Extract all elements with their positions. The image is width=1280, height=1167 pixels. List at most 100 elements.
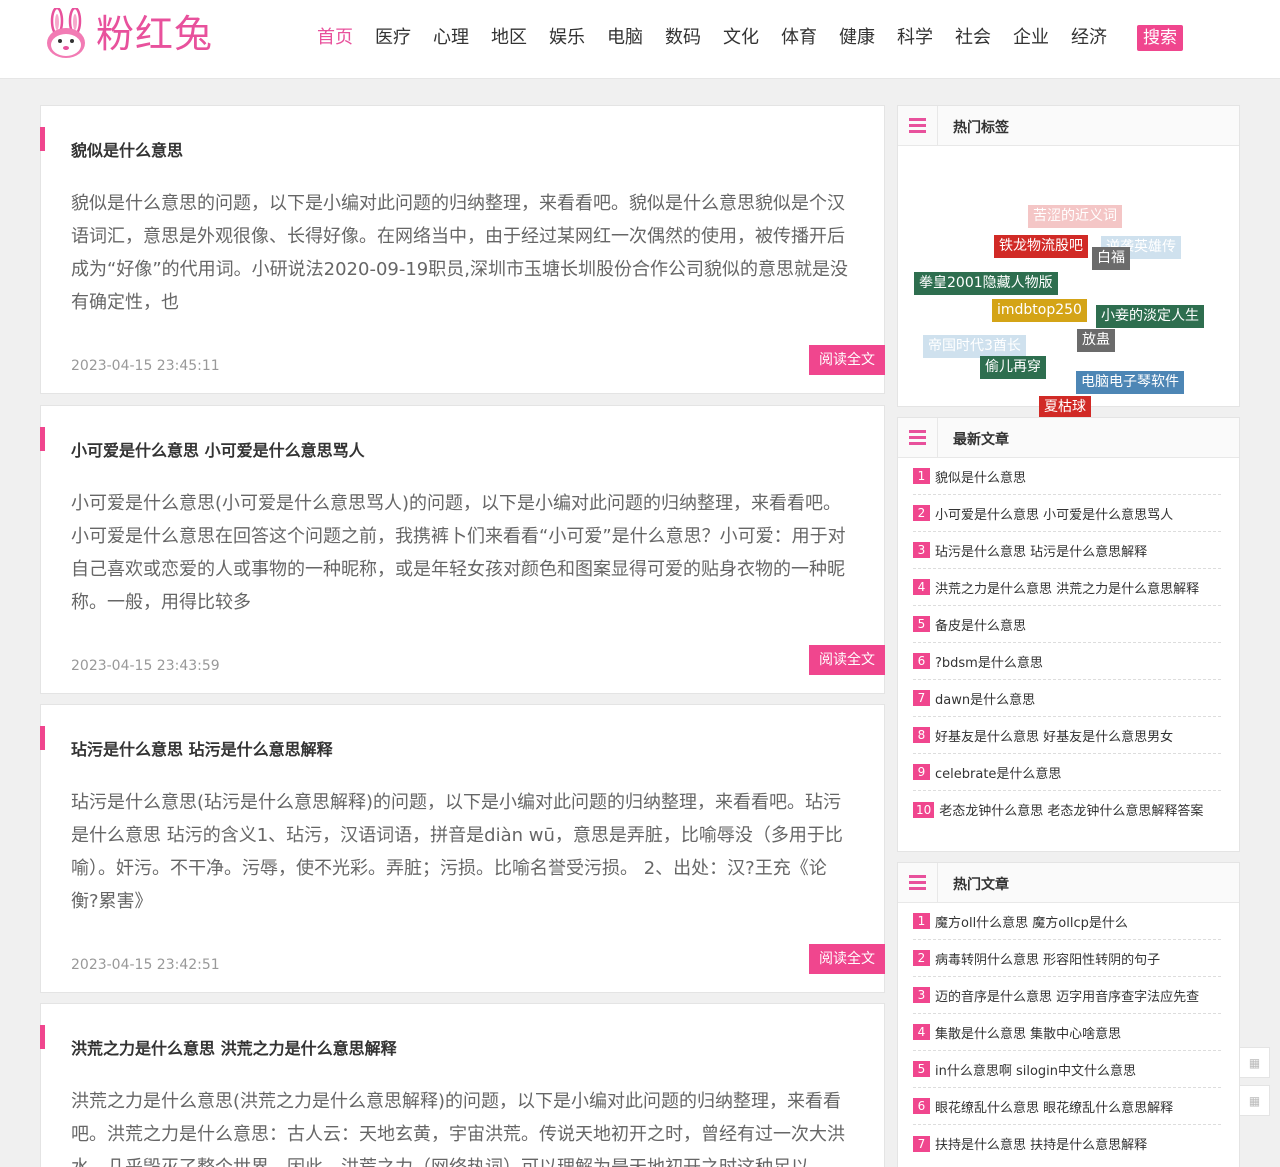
nav-item-culture[interactable]: 文化 [723, 22, 759, 54]
list-item[interactable]: 7 dawn是什么意思 [913, 680, 1221, 717]
list-item-text: 老态龙钟什么意思 老态龙钟什么意思解释答案 [939, 804, 1204, 819]
list-item-text: 小可爱是什么意思 小可爱是什么意思骂人 [935, 507, 1174, 523]
widget-header: 热门标签 [898, 106, 1239, 146]
tag[interactable]: 帝国时代3酋长 [923, 335, 1026, 358]
rank-badge: 3 [913, 987, 930, 1003]
nav-item-entertainment[interactable]: 娱乐 [549, 22, 585, 54]
tag[interactable]: 铁龙物流股吧 [994, 235, 1088, 258]
nav-item-psychology[interactable]: 心理 [433, 22, 469, 54]
tag[interactable]: imdbtop250 [992, 299, 1087, 322]
nav-item-health[interactable]: 健康 [839, 22, 875, 54]
list-item-text: 好基友是什么意思 好基友是什么意思男女 [935, 729, 1174, 745]
rank-badge: 8 [913, 727, 930, 743]
article-date: 2023-04-15 23:42:51 [71, 957, 220, 973]
nav-item-medical[interactable]: 医疗 [375, 22, 411, 54]
nav-item-region[interactable]: 地区 [491, 22, 527, 54]
nav-item-society[interactable]: 社会 [955, 22, 991, 54]
rank-badge: 1 [913, 913, 930, 929]
article-date: 2023-04-15 23:45:11 [71, 358, 220, 374]
article-summary: 貌似是什么意思的问题，以下是小编对此问题的归纳整理，来看看吧。貌似是什么意思貌似… [71, 193, 848, 313]
list-item[interactable]: 3 玷污是什么意思 玷污是什么意思解释 [913, 532, 1221, 569]
nav-item-computer[interactable]: 电脑 [607, 22, 643, 54]
list-item[interactable]: 10 老态龙钟什么意思 老态龙钟什么意思解释答案 [913, 791, 1221, 828]
list-item-text: 貌似是什么意思 [935, 470, 1027, 486]
list-item-text: 玷污是什么意思 玷污是什么意思解释 [935, 544, 1148, 560]
main-nav: 首页 医疗 心理 地区 娱乐 电脑 数码 文化 体育 健康 科学 社会 企业 经… [306, 22, 1194, 54]
article-card: 玷污是什么意思 玷污是什么意思解释 玷污是什么意思(玷污是什么意思解释)的问题，… [40, 704, 885, 993]
article-title[interactable]: 洪荒之力是什么意思 洪荒之力是什么意思解释 [71, 1035, 397, 1059]
list-item-text: 魔方oll什么意思 魔方ollcp是什么 [935, 915, 1128, 931]
list-item-text: 迈的音序是什么意思 迈字用音序查字法应先查 [935, 989, 1200, 1005]
nav-item-economy[interactable]: 经济 [1071, 22, 1107, 54]
tag[interactable]: 白福 [1092, 247, 1130, 270]
tag-cloud: 苦涩的近义词 铁龙物流股吧 逆袭英雄传 白福 拳皇2001隐藏人物版 imdbt… [898, 146, 1239, 419]
back-to-top-icon[interactable]: ▦ [1239, 1085, 1270, 1116]
rank-badge: 4 [913, 579, 930, 595]
tag[interactable]: 小妾的淡定人生 [1096, 305, 1204, 328]
title-accent-bar [40, 726, 45, 750]
title-accent-bar [40, 1025, 45, 1049]
nav-item-science[interactable]: 科学 [897, 22, 933, 54]
rank-badge: 2 [913, 505, 930, 521]
article-title[interactable]: 玷污是什么意思 玷污是什么意思解释 [71, 736, 333, 760]
list-item-text: 洪荒之力是什么意思 洪荒之力是什么意思解释 [935, 581, 1200, 597]
site-logo[interactable]: 粉红兔 [44, 8, 213, 60]
list-item[interactable]: 8 好基友是什么意思 好基友是什么意思男女 [913, 717, 1221, 754]
tag[interactable]: 夏枯球 [1039, 396, 1091, 419]
article-summary: 小可爱是什么意思(小可爱是什么意思骂人)的问题，以下是小编对此问题的归纳整理，来… [71, 493, 846, 613]
tag[interactable]: 苦涩的近义词 [1028, 205, 1122, 228]
nav-item-enterprise[interactable]: 企业 [1013, 22, 1049, 54]
bunny-logo-icon [47, 8, 85, 58]
article-title[interactable]: 小可爱是什么意思 小可爱是什么意思骂人 [71, 437, 365, 461]
list-item[interactable]: 2 小可爱是什么意思 小可爱是什么意思骂人 [913, 495, 1221, 532]
rank-badge: 6 [913, 1098, 930, 1114]
list-item[interactable]: 1 魔方oll什么意思 魔方ollcp是什么 [913, 903, 1221, 940]
read-more-button[interactable]: 阅读全文 [809, 645, 885, 675]
menu-icon [898, 863, 938, 902]
rank-badge: 6 [913, 653, 930, 669]
list-item[interactable]: 6 眼花缭乱什么意思 眼花缭乱什么意思解释 [913, 1088, 1221, 1125]
list-item-text: dawn是什么意思 [935, 692, 1036, 708]
list-item[interactable]: 4 集散是什么意思 集散中心啥意思 [913, 1014, 1221, 1051]
rank-badge: 5 [913, 616, 930, 632]
rank-badge: 7 [913, 1135, 930, 1152]
list-item-text: 扶持是什么意思 扶持是什么意思解释 [935, 1138, 1148, 1153]
share-icon[interactable]: ▦ [1239, 1047, 1270, 1078]
rank-badge: 4 [913, 1024, 930, 1040]
article-title[interactable]: 貌似是什么意思 [71, 137, 183, 161]
article-date: 2023-04-15 23:43:59 [71, 658, 220, 674]
list-item[interactable]: 5 备皮是什么意思 [913, 606, 1221, 643]
rank-badge: 1 [913, 468, 930, 484]
list-item[interactable]: 7 扶持是什么意思 扶持是什么意思解释 [913, 1125, 1221, 1162]
tag[interactable]: 放蛊 [1077, 329, 1115, 352]
tag[interactable]: 拳皇2001隐藏人物版 [914, 272, 1058, 295]
list-item-text: 备皮是什么意思 [935, 618, 1027, 634]
list-item[interactable]: 2 病毒转阴什么意思 形容阳性转阴的句子 [913, 940, 1221, 977]
list-item[interactable]: 3 迈的音序是什么意思 迈字用音序查字法应先查 [913, 977, 1221, 1014]
read-more-button[interactable]: 阅读全文 [809, 345, 885, 375]
rank-badge: 2 [913, 950, 930, 966]
article-summary: 玷污是什么意思(玷污是什么意思解释)的问题，以下是小编对此问题的归纳整理，来看看… [71, 792, 843, 912]
list-item-text: 病毒转阴什么意思 形容阳性转阴的句子 [935, 952, 1161, 968]
article-card: 小可爱是什么意思 小可爱是什么意思骂人 小可爱是什么意思(小可爱是什么意思骂人)… [40, 405, 885, 694]
list-item[interactable]: 5 in什么意思啊 silogin中文什么意思 [913, 1051, 1221, 1088]
title-accent-bar [40, 127, 45, 151]
nav-item-sports[interactable]: 体育 [781, 22, 817, 54]
rank-badge: 3 [913, 542, 930, 558]
list-item[interactable]: 4 洪荒之力是什么意思 洪荒之力是什么意思解释 [913, 569, 1221, 606]
list-item[interactable]: 1 貌似是什么意思 [913, 458, 1221, 495]
tag[interactable]: 偷儿再穿 [980, 356, 1046, 379]
nav-item-home[interactable]: 首页 [317, 22, 353, 54]
search-button[interactable]: 搜索 [1137, 25, 1183, 51]
rank-badge: 10 [913, 801, 935, 818]
list-item[interactable]: 9 celebrate是什么意思 [913, 754, 1221, 791]
list-item[interactable]: 6 ?bdsm是什么意思 [913, 643, 1221, 680]
nav-item-digital[interactable]: 数码 [665, 22, 701, 54]
widget-title: 热门标签 [953, 120, 1009, 136]
menu-icon [898, 106, 938, 145]
read-more-button[interactable]: 阅读全文 [809, 944, 885, 974]
tag[interactable]: 电脑电子琴软件 [1076, 371, 1184, 394]
title-accent-bar [40, 427, 45, 451]
menu-icon [898, 418, 938, 457]
rank-badge: 9 [913, 764, 930, 780]
